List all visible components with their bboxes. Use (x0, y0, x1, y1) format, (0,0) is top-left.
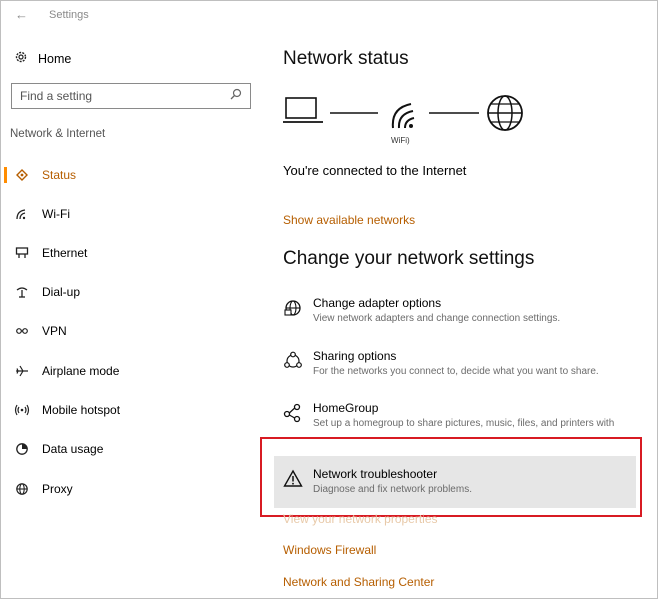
change-settings-title: Change your network settings (283, 248, 535, 269)
sidebar-item-label: Proxy (42, 482, 73, 496)
homegroup-option[interactable]: HomeGroup Set up a homegroup to share pi… (283, 401, 643, 441)
app-title: Settings (49, 9, 89, 21)
sidebar-item-mobile-hotspot[interactable]: Mobile hotspot (0, 397, 250, 423)
home-nav-item[interactable]: Home (14, 50, 71, 67)
sidebar-item-label: Mobile hotspot (42, 403, 121, 417)
sidebar-item-label: VPN (42, 324, 67, 338)
network-sharing-center-link[interactable]: Network and Sharing Center (283, 575, 434, 589)
proxy-icon (14, 482, 30, 496)
gear-icon (14, 50, 28, 67)
laptop-icon (283, 97, 323, 123)
search-input[interactable] (20, 89, 220, 103)
homegroup-icon (283, 403, 303, 423)
sharing-options[interactable]: Sharing options For the networks you con… (283, 349, 643, 383)
view-network-properties-link[interactable]: View your network properties (283, 512, 438, 526)
active-indicator (4, 167, 7, 183)
status-icon (14, 168, 30, 182)
dialup-icon (14, 285, 30, 299)
data-usage-icon (14, 442, 30, 456)
search-box[interactable] (11, 83, 251, 109)
option-description: View network adapters and change connect… (313, 313, 561, 324)
sidebar-item-data-usage[interactable]: Data usage (0, 436, 250, 462)
hotspot-icon (14, 403, 30, 417)
sidebar-item-proxy[interactable]: Proxy (0, 476, 250, 502)
change-adapter-options[interactable]: Change adapter options View network adap… (283, 296, 643, 330)
sidebar-item-label: Airplane mode (42, 364, 120, 378)
ethernet-icon (14, 246, 30, 260)
home-label: Home (38, 51, 72, 66)
wifi-icon (14, 207, 30, 221)
airplane-icon (14, 364, 30, 378)
wifi-caption: WiFi) (391, 136, 410, 145)
option-title: HomeGroup (313, 401, 379, 415)
back-button[interactable]: ← (15, 7, 28, 22)
sidebar-item-label: Ethernet (42, 246, 88, 260)
option-title: Sharing options (313, 349, 397, 363)
show-available-networks-link[interactable]: Show available networks (283, 213, 415, 227)
sharing-icon (283, 351, 303, 371)
network-status-title: Network status (283, 48, 409, 69)
vpn-icon (14, 324, 30, 338)
sidebar-item-label: Status (42, 168, 77, 182)
section-title: Network & Internet (10, 128, 106, 140)
network-status-diagram: WiFi) (283, 92, 533, 152)
option-description: For the networks you connect to, decide … (313, 366, 599, 377)
wifi-signal-icon (391, 103, 415, 129)
sidebar-item-label: Dial-up (42, 285, 81, 299)
option-description: Set up a homegroup to share pictures, mu… (313, 418, 615, 429)
sidebar-item-status[interactable]: Status (0, 162, 250, 188)
sidebar-item-ethernet[interactable]: Ethernet (0, 240, 250, 266)
sidebar-item-airplane-mode[interactable]: Airplane mode (0, 358, 250, 384)
highlight-annotation-box (260, 437, 642, 517)
sidebar-item-label: Data usage (42, 442, 104, 456)
sidebar-item-dialup[interactable]: Dial-up (0, 279, 250, 305)
windows-firewall-link[interactable]: Windows Firewall (283, 543, 376, 557)
sidebar-item-wifi[interactable]: Wi-Fi (0, 201, 250, 227)
globe-icon (487, 95, 523, 131)
adapter-icon (283, 298, 303, 318)
sidebar-item-vpn[interactable]: VPN (0, 318, 250, 344)
connection-status-text: You're connected to the Internet (283, 163, 467, 178)
search-icon[interactable] (230, 87, 242, 105)
option-title: Change adapter options (313, 296, 442, 310)
sidebar-item-label: Wi-Fi (42, 207, 70, 221)
